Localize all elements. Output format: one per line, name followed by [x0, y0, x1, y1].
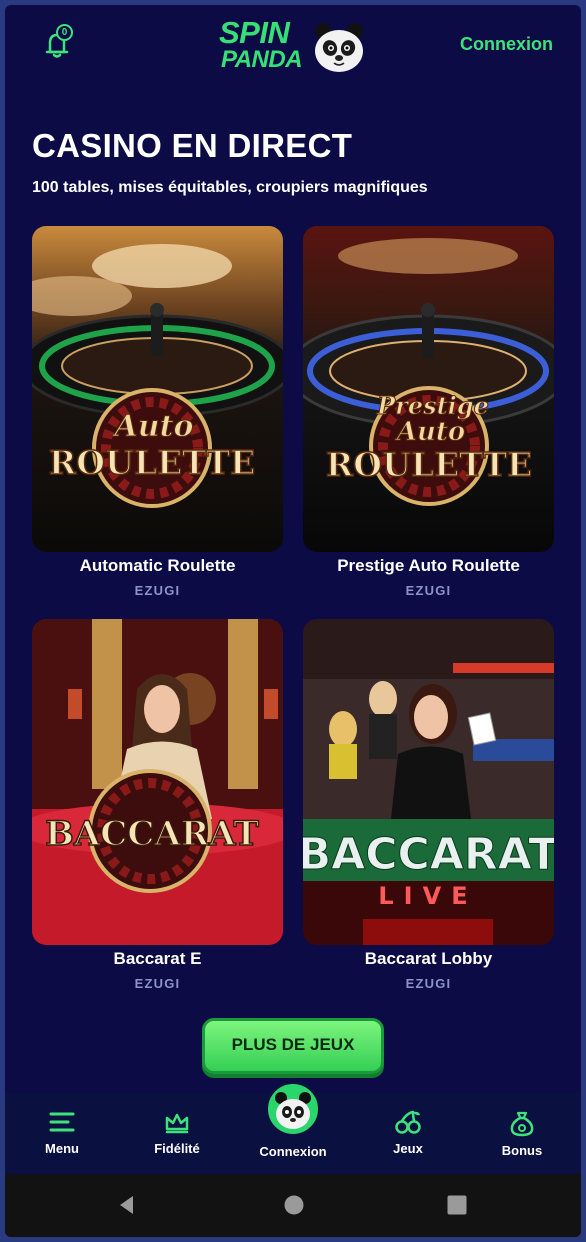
notification-count-badge: 0 — [56, 24, 73, 41]
game-title[interactable]: Prestige Auto Roulette — [303, 556, 554, 576]
nav-item-games[interactable]: Jeux — [363, 1109, 453, 1156]
spin-panda-logo[interactable]: SPIN PANDA — [219, 17, 369, 79]
roulette-artwork: Prestige Auto ROULETTE — [303, 226, 554, 552]
game-thumbnail[interactable]: BACCARAT — [32, 619, 283, 945]
game-provider: EZUGI — [134, 583, 181, 598]
more-games-button[interactable]: PLUS DE JEUX — [202, 1018, 384, 1074]
section-subtitle: 100 tables, mises équitables, croupiers … — [32, 179, 428, 196]
artwork-line-baccarat: BACCARAT — [45, 814, 259, 854]
bottom-nav: Menu Fidélité Connexion Jeux Bonus — [5, 1081, 581, 1174]
artwork-line-roulette: ROULETTE — [326, 445, 532, 484]
baccarat-live-artwork: BACCARAT LIVE — [303, 619, 554, 945]
nav-label: Bonus — [501, 1143, 543, 1158]
game-title[interactable]: Automatic Roulette — [32, 556, 283, 576]
nav-label-login[interactable]: Connexion — [243, 1144, 343, 1159]
back-icon[interactable] — [115, 1193, 139, 1217]
baccarat-artwork: BACCARAT — [32, 619, 283, 945]
panda-mascot-icon — [315, 23, 363, 72]
logo-line-1: SPIN — [219, 15, 290, 50]
crown-icon — [165, 1113, 189, 1134]
game-thumbnail[interactable]: Prestige Auto ROULETTE — [303, 226, 554, 552]
game-provider: EZUGI — [134, 976, 181, 991]
money-bag-icon — [510, 1111, 534, 1137]
panda-avatar-icon — [275, 1092, 311, 1129]
nav-label: Fidélité — [154, 1141, 200, 1156]
login-link[interactable]: Connexion — [460, 34, 553, 55]
nav-label: Jeux — [393, 1141, 423, 1156]
game-thumbnail[interactable]: Auto ROULETTE — [32, 226, 283, 552]
artwork-line-auto: Auto — [112, 409, 194, 444]
artwork-line-auto: Auto — [394, 417, 465, 447]
artwork-line-prestige: Prestige — [376, 391, 489, 420]
game-provider: EZUGI — [405, 976, 452, 991]
logo-text: SPIN PANDA — [219, 17, 303, 73]
logo-line-2: PANDA — [221, 46, 303, 73]
game-card-automatic-roulette[interactable]: Auto ROULETTE Automatic Roulette EZUGI — [32, 226, 283, 598]
section-title: CASINO EN DIRECT — [32, 127, 353, 164]
game-provider: EZUGI — [405, 583, 452, 598]
game-title[interactable]: Baccarat Lobby — [303, 949, 554, 969]
system-navigation-bar — [5, 1174, 581, 1237]
cherries-icon — [395, 1110, 421, 1134]
menu-icon — [49, 1112, 75, 1132]
home-icon[interactable] — [282, 1193, 306, 1217]
game-thumbnail[interactable]: BACCARAT LIVE — [303, 619, 554, 945]
artwork-line-live: LIVE — [378, 882, 477, 910]
app-frame: 0 SPIN PANDA Connexion CASINO EN DIRECT … — [5, 5, 581, 1237]
nav-item-bonus[interactable]: Bonus — [477, 1109, 567, 1158]
recents-icon[interactable] — [445, 1193, 469, 1217]
game-title[interactable]: Baccarat E — [32, 949, 283, 969]
nav-label: Menu — [45, 1141, 79, 1156]
header: 0 SPIN PANDA Connexion — [5, 5, 581, 95]
game-card-baccarat-e[interactable]: BACCARAT Baccarat E EZUGI — [32, 619, 283, 991]
artwork-line-roulette: ROULETTE — [49, 443, 255, 482]
game-card-baccarat-lobby[interactable]: BACCARAT LIVE Baccarat Lobby EZUGI — [303, 619, 554, 991]
nav-item-menu[interactable]: Menu — [17, 1109, 107, 1156]
roulette-artwork: Auto ROULETTE — [32, 226, 283, 552]
artwork-line-baccarat: BACCARAT — [303, 829, 554, 880]
game-card-prestige-auto-roulette[interactable]: Prestige Auto ROULETTE Prestige Auto Rou… — [303, 226, 554, 598]
nav-item-loyalty[interactable]: Fidélité — [132, 1109, 222, 1156]
nav-item-login-avatar[interactable] — [265, 1081, 321, 1137]
